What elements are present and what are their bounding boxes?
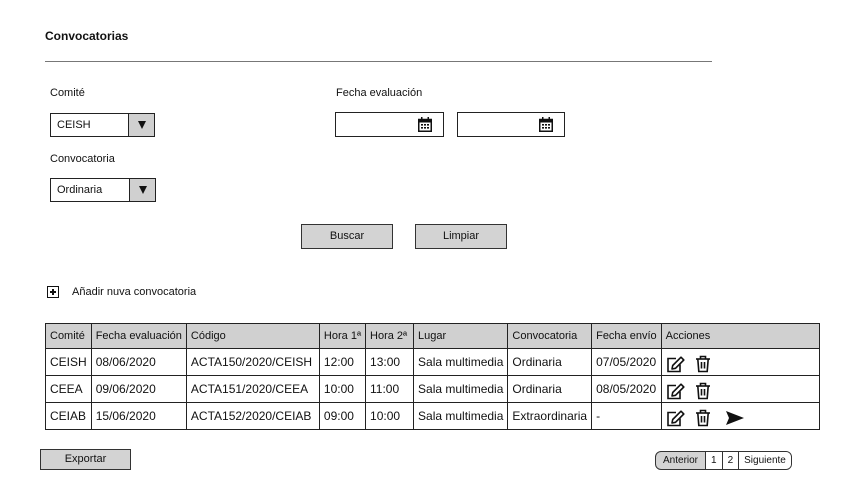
fecha-desde-input[interactable] bbox=[335, 112, 444, 137]
title-divider bbox=[45, 61, 712, 62]
fecha-evaluacion-label: Fecha evaluación bbox=[336, 87, 423, 99]
chevron-down-icon[interactable] bbox=[128, 114, 154, 136]
cell-fecha-envio: 08/05/2020 bbox=[591, 375, 662, 403]
convocatoria-label: Convocatoria bbox=[50, 153, 115, 165]
add-icon[interactable] bbox=[47, 286, 59, 298]
table-row: CEIAB 15/06/2020 ACTA152/2020/CEIAB 09:0… bbox=[45, 402, 821, 430]
page-title: Convocatorias bbox=[45, 29, 129, 43]
cell-lugar: Sala multimedia bbox=[413, 375, 509, 403]
column-header-acciones: Acciones bbox=[660, 323, 821, 349]
cell-comite: CEISH bbox=[45, 348, 92, 376]
pagination-page-2[interactable]: 2 bbox=[721, 452, 739, 469]
cell-lugar: Sala multimedia bbox=[413, 402, 509, 430]
add-convocatoria-link[interactable]: Añadir nuva convocatoria bbox=[72, 286, 196, 298]
pagination-prev[interactable]: Anterior bbox=[656, 452, 705, 469]
cell-codigo: ACTA150/2020/CEISH bbox=[185, 348, 320, 376]
column-header-hora-2: Hora 2ª bbox=[365, 323, 415, 349]
column-header-codigo: Código bbox=[185, 323, 320, 349]
exportar-button[interactable]: Exportar bbox=[40, 449, 131, 470]
edit-icon[interactable] bbox=[666, 409, 685, 427]
column-header-lugar: Lugar bbox=[413, 323, 509, 349]
cell-convocatoria: Ordinaria bbox=[507, 375, 593, 403]
cell-codigo: ACTA152/2020/CEIAB bbox=[185, 402, 320, 430]
column-header-fecha-envio: Fecha envío bbox=[591, 323, 662, 349]
table-header-row: Comité Fecha evaluación Código Hora 1ª H… bbox=[45, 323, 821, 349]
comite-select[interactable]: CEISH bbox=[50, 113, 155, 137]
column-header-hora-1: Hora 1ª bbox=[318, 323, 367, 349]
cell-hora-1: 12:00 bbox=[318, 348, 367, 376]
cell-acciones bbox=[660, 402, 821, 430]
cell-hora-2: 13:00 bbox=[365, 348, 415, 376]
pagination-next[interactable]: Siguiente bbox=[738, 452, 791, 469]
edit-icon[interactable] bbox=[666, 355, 685, 373]
convocatoria-select[interactable]: Ordinaria bbox=[50, 178, 156, 202]
fecha-hasta-input[interactable] bbox=[457, 112, 565, 137]
comite-select-value: CEISH bbox=[57, 119, 91, 131]
cell-fecha-envio: - bbox=[591, 402, 662, 430]
pagination: Anterior 1 2 Siguiente bbox=[655, 451, 792, 470]
convocatoria-select-value: Ordinaria bbox=[57, 184, 103, 196]
cell-codigo: ACTA151/2020/CEEA bbox=[185, 375, 320, 403]
cell-acciones bbox=[660, 348, 821, 376]
trash-icon[interactable] bbox=[695, 409, 711, 427]
edit-icon[interactable] bbox=[666, 382, 685, 400]
pagination-page-1[interactable]: 1 bbox=[705, 452, 722, 469]
chevron-down-icon[interactable] bbox=[129, 179, 155, 201]
comite-label: Comité bbox=[50, 87, 85, 99]
cell-hora-2: 10:00 bbox=[365, 402, 415, 430]
column-header-fecha-evaluacion: Fecha evaluación bbox=[90, 323, 187, 349]
trash-icon[interactable] bbox=[695, 382, 711, 400]
trash-icon[interactable] bbox=[695, 355, 711, 373]
cell-fecha-evaluacion: 08/06/2020 bbox=[90, 348, 187, 376]
cell-fecha-evaluacion: 15/06/2020 bbox=[90, 402, 187, 430]
cell-hora-1: 09:00 bbox=[318, 402, 367, 430]
column-header-convocatoria: Convocatoria bbox=[507, 323, 593, 349]
limpiar-button[interactable]: Limpiar bbox=[415, 224, 507, 249]
cell-convocatoria: Extraordinaria bbox=[507, 402, 593, 430]
cell-lugar: Sala multimedia bbox=[413, 348, 509, 376]
table-row: CEEA 09/06/2020 ACTA151/2020/CEEA 10:00 … bbox=[45, 375, 821, 403]
buscar-button[interactable]: Buscar bbox=[301, 224, 393, 249]
cell-convocatoria: Ordinaria bbox=[507, 348, 593, 376]
cell-fecha-envio: 07/05/2020 bbox=[591, 348, 662, 376]
cell-fecha-evaluacion: 09/06/2020 bbox=[90, 375, 187, 403]
table-row: CEISH 08/06/2020 ACTA150/2020/CEISH 12:0… bbox=[45, 348, 821, 376]
send-icon[interactable] bbox=[725, 410, 745, 426]
calendar-icon[interactable] bbox=[539, 117, 553, 132]
calendar-icon[interactable] bbox=[418, 117, 432, 132]
cell-acciones bbox=[660, 375, 821, 403]
cell-hora-2: 11:00 bbox=[365, 375, 415, 403]
cell-comite: CEEA bbox=[45, 375, 92, 403]
column-header-comite: Comité bbox=[45, 323, 92, 349]
convocatorias-table: Comité Fecha evaluación Código Hora 1ª H… bbox=[45, 323, 821, 430]
cell-comite: CEIAB bbox=[45, 402, 92, 430]
cell-hora-1: 10:00 bbox=[318, 375, 367, 403]
